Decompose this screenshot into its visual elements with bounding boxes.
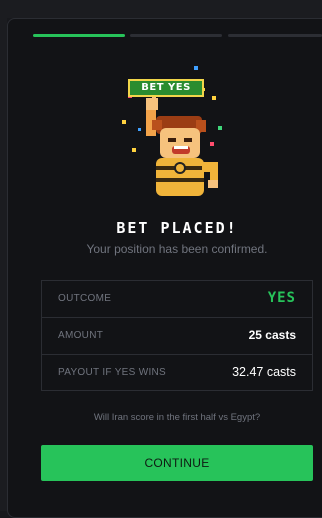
bet-yes-badge: BET YES (128, 79, 204, 97)
progress-step-3 (228, 34, 322, 37)
background-frame-top (0, 0, 322, 18)
amount-label: AMOUNT (58, 330, 104, 341)
amount-row: AMOUNT 25 casts (42, 317, 312, 354)
payout-label: PAYOUT IF YES WINS (58, 367, 167, 378)
payout-row: PAYOUT IF YES WINS 32.47 casts (42, 354, 312, 391)
outcome-value: YES (267, 290, 296, 306)
outcome-label: OUTCOME (58, 293, 112, 304)
payout-value: 32.47 casts (232, 365, 296, 379)
bet-details-table: OUTCOME YES AMOUNT 25 casts PAYOUT IF YE… (41, 280, 313, 391)
confirmation-subtitle: Your position has been confirmed. (86, 242, 268, 256)
outcome-row: OUTCOME YES (42, 281, 312, 318)
progress-step-1 (33, 34, 125, 37)
market-question: Will Iran score in the first half vs Egy… (93, 412, 261, 423)
amount-value: 25 casts (248, 328, 296, 342)
progress-step-2 (130, 34, 222, 37)
continue-button[interactable]: CONTINUE (41, 445, 313, 481)
confirmation-title: BET PLACED! (116, 219, 238, 237)
